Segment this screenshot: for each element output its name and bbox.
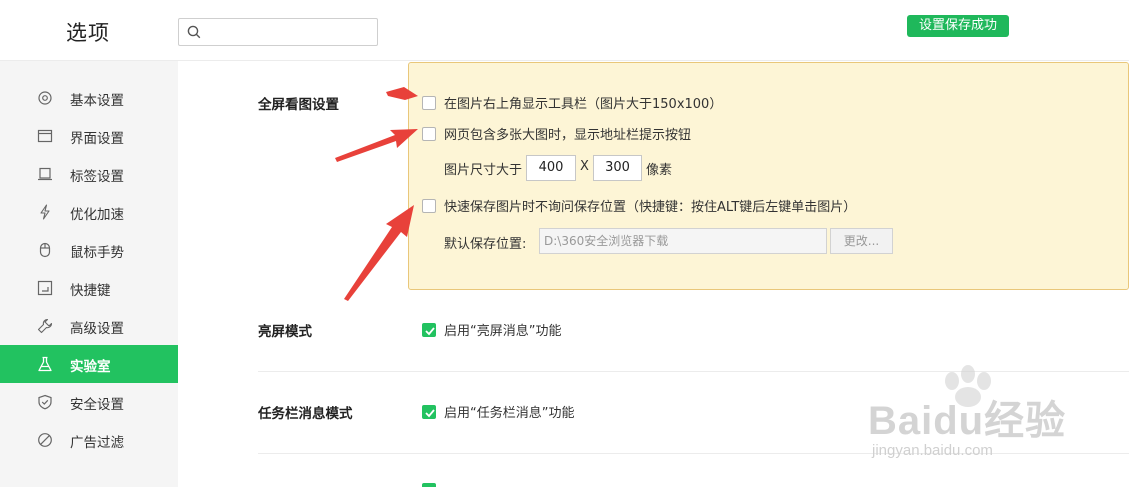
sidebar-item-label: 广告过滤 [70, 435, 124, 451]
sidebar-item-label: 基本设置 [70, 93, 124, 109]
quick-save-option[interactable]: 快速保存图片时不询问保存位置（快捷键：按住ALT键后左键单击图片） [422, 196, 856, 215]
watermark-brand: Baidu经验 [868, 399, 1067, 443]
page-title: 选项 [66, 21, 110, 45]
sidebar-item-lab[interactable]: 实验室 [0, 345, 178, 383]
save-location-label: 默认保存位置: [444, 237, 527, 252]
size-separator: X [580, 159, 589, 174]
window-icon [37, 129, 53, 143]
sidebar-item-interface[interactable]: 界面设置 [0, 117, 178, 155]
taskbar-mode-title: 任务栏消息模式 [258, 406, 353, 422]
next-option-checkbox[interactable] [422, 483, 436, 487]
sidebar-item-shortcuts[interactable]: 快捷键 [0, 269, 178, 307]
sidebar-item-optimize[interactable]: 优化加速 [0, 193, 178, 231]
header: 选项 设置保存成功 [0, 0, 1129, 61]
toolbar-checkbox[interactable] [422, 95, 436, 110]
address-bar-checkbox[interactable] [422, 126, 436, 141]
wrench-icon [37, 318, 53, 334]
change-path-button[interactable]: 更改... [830, 228, 893, 254]
quick-save-option-label: 快速保存图片时不询问保存位置（快捷键：按住ALT键后左键单击图片） [444, 200, 857, 215]
sidebar-item-label: 高级设置 [70, 321, 124, 337]
taskbar-mode-option-label: 启用“任务栏消息”功能 [444, 406, 575, 421]
save-success-toast: 设置保存成功 [907, 15, 1009, 37]
flask-icon [38, 356, 52, 372]
toolbar-option-label: 在图片右上角显示工具栏（图片大于150x100） [444, 97, 723, 112]
image-width-input[interactable]: 400 [526, 155, 576, 181]
block-icon [38, 433, 52, 447]
quick-save-checkbox[interactable] [422, 198, 436, 213]
taskbar-mode-option[interactable]: 启用“任务栏消息”功能 [422, 402, 574, 421]
sidebar-item-label: 鼠标手势 [70, 245, 124, 261]
sidebar-item-ad-filter[interactable]: 广告过滤 [0, 421, 178, 459]
shield-icon [38, 394, 52, 410]
tab-icon [38, 167, 52, 181]
sidebar-item-label: 界面设置 [70, 131, 124, 147]
bright-mode-option[interactable]: 启用“亮屏消息”功能 [422, 320, 561, 339]
size-unit: 像素 [646, 163, 673, 178]
sidebar-item-advanced[interactable]: 高级设置 [0, 307, 178, 345]
bright-mode-title: 亮屏模式 [258, 324, 312, 340]
search-box[interactable] [178, 18, 378, 46]
save-path-input[interactable]: D:\360安全浏览器下载 [539, 228, 827, 254]
image-size-label: 图片尺寸大于 [444, 163, 523, 178]
sidebar-item-basic[interactable]: 基本设置 [0, 79, 178, 117]
toolbar-option[interactable]: 在图片右上角显示工具栏（图片大于150x100） [422, 93, 722, 112]
keyboard-icon [37, 280, 53, 296]
check-icon [425, 326, 435, 335]
image-height-input[interactable]: 300 [593, 155, 642, 181]
sidebar-item-security[interactable]: 安全设置 [0, 383, 178, 421]
sidebar-item-mouse-gesture[interactable]: 鼠标手势 [0, 231, 178, 269]
bright-mode-checkbox[interactable] [422, 322, 436, 337]
bright-mode-option-label: 启用“亮屏消息”功能 [444, 324, 562, 339]
sidebar-item-tabs[interactable]: 标签设置 [0, 155, 178, 193]
watermark-url: jingyan.baidu.com [872, 442, 993, 459]
search-input[interactable] [207, 22, 373, 42]
mouse-icon [39, 242, 51, 258]
sidebar-item-label: 标签设置 [70, 169, 124, 185]
fullscreen-section-title: 全屏看图设置 [258, 97, 339, 113]
sidebar-item-label: 安全设置 [70, 397, 124, 413]
taskbar-mode-checkbox[interactable] [422, 404, 436, 419]
address-bar-option-label: 网页包含多张大图时，显示地址栏提示按钮 [444, 128, 692, 143]
sidebar-item-label: 实验室 [70, 359, 111, 375]
sidebar-item-label: 快捷键 [70, 283, 111, 299]
lightning-icon [40, 204, 50, 220]
sidebar-item-label: 优化加速 [70, 207, 124, 223]
search-icon [187, 25, 201, 39]
gear-icon [38, 91, 52, 105]
address-bar-option[interactable]: 网页包含多张大图时，显示地址栏提示按钮 [422, 124, 691, 143]
check-icon [425, 408, 435, 417]
